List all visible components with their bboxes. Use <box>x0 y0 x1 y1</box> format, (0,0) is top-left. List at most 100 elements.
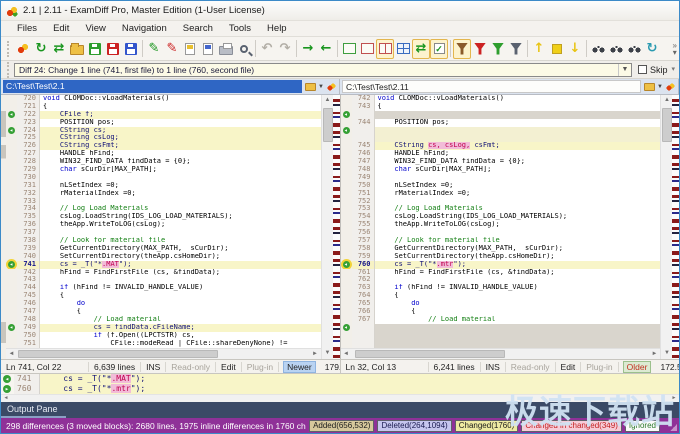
show-options-icon[interactable]: ✓ <box>430 39 448 59</box>
current-diff-marker-icon[interactable] <box>8 261 15 268</box>
diff-marker-icon[interactable] <box>343 127 350 134</box>
first-file-path[interactable]: C:\Test\Test\2.1 <box>3 80 302 93</box>
skip-checkbox[interactable] <box>638 65 647 74</box>
readonly-toggle[interactable]: Read-only <box>506 362 556 372</box>
diffbar-overflow-icon[interactable]: ▾ <box>671 67 675 73</box>
undo-icon[interactable]: ↶ <box>258 39 276 59</box>
show-first-pane-icon[interactable] <box>340 39 358 59</box>
scroll-down-icon[interactable] <box>661 348 673 359</box>
compare-icon[interactable] <box>14 39 32 59</box>
show-second-pane-icon[interactable] <box>358 39 376 59</box>
menu-search[interactable]: Search <box>175 22 221 35</box>
copy-second-icon[interactable] <box>199 39 217 59</box>
scroll-right-icon[interactable] <box>310 349 321 359</box>
diff-marker-icon[interactable] <box>8 324 15 331</box>
find-next-icon[interactable] <box>607 39 625 59</box>
open-files-icon[interactable] <box>68 39 86 59</box>
edit-second-file-icon[interactable]: ✎ <box>163 39 181 59</box>
scroll-left-icon[interactable] <box>341 349 352 359</box>
auto-recompare-icon[interactable]: ↻ <box>643 39 661 59</box>
diff-marker-icon[interactable] <box>8 127 15 134</box>
first-pane-hscrollbar[interactable] <box>6 348 321 359</box>
first-pane-vscrollbar[interactable] <box>321 95 333 359</box>
current-diff-marker-icon[interactable] <box>343 261 350 268</box>
second-file-dropdown-icon[interactable]: ▼ <box>657 84 663 90</box>
save-all-icon[interactable] <box>122 39 140 59</box>
second-compare-icon[interactable] <box>665 82 676 92</box>
print-icon[interactable] <box>217 39 235 59</box>
save-first-file-icon[interactable] <box>86 39 104 59</box>
next-diff-icon[interactable]: ↓ <box>566 39 584 59</box>
merge-right-icon[interactable]: ▸ <box>3 385 11 393</box>
scroll-left-icon[interactable] <box>6 349 17 359</box>
vscroll-thumb[interactable] <box>662 108 672 142</box>
redo-icon[interactable]: ↷ <box>276 39 294 59</box>
save-second-file-icon[interactable] <box>104 39 122 59</box>
prev-diff-icon[interactable]: ↑ <box>530 39 548 59</box>
diff-marker-icon[interactable] <box>8 111 15 118</box>
find-icon[interactable] <box>589 39 607 59</box>
second-pane-diff-map[interactable] <box>672 95 679 359</box>
ins-mode[interactable]: INS <box>141 362 166 372</box>
diff-combo-dropdown-icon[interactable]: ▼ <box>618 64 631 76</box>
menu-view[interactable]: View <box>77 22 113 35</box>
copy-to-left-icon[interactable]: ← <box>317 39 335 59</box>
scroll-down-icon[interactable] <box>322 348 334 359</box>
diff-marker-icon[interactable] <box>343 324 350 331</box>
scroll-up-icon[interactable] <box>322 95 334 106</box>
menu-navigation[interactable]: Navigation <box>114 22 175 35</box>
first-pane-diff-map[interactable] <box>333 95 340 359</box>
menu-help[interactable]: Help <box>259 22 295 35</box>
resize-grip[interactable] <box>670 424 677 431</box>
diff-combo[interactable]: Diff 24: Change 1 line (741, first file)… <box>14 63 632 77</box>
diff-marker-icon[interactable] <box>343 111 350 118</box>
toolbar-overflow-icon[interactable]: »▾ <box>673 42 677 56</box>
recompare-icon[interactable]: ↻ <box>32 39 50 59</box>
menu-edit[interactable]: Edit <box>45 22 77 35</box>
output-pane-tab[interactable]: Output Pane <box>1 402 66 418</box>
plugin-toggle[interactable]: Plug-in <box>581 362 618 372</box>
scroll-right-icon[interactable] <box>669 395 679 402</box>
scroll-left-icon[interactable] <box>1 395 11 402</box>
sync-scroll-icon[interactable]: ⇄ <box>412 39 430 59</box>
detail-marker[interactable]: ◂ <box>1 374 14 384</box>
first-compare-icon[interactable] <box>326 82 337 92</box>
grid-view-icon[interactable] <box>394 39 412 59</box>
detail-hscrollbar[interactable] <box>1 394 679 402</box>
vscroll-thumb[interactable] <box>323 108 333 142</box>
split-view-icon[interactable] <box>376 39 394 59</box>
first-file-code[interactable]: 720void CLOMDoc::vLoadMaterials()721{722… <box>6 95 321 348</box>
second-pane-vscrollbar[interactable] <box>660 95 672 359</box>
readonly-toggle[interactable]: Read-only <box>166 362 216 372</box>
open-first-file-icon[interactable] <box>305 83 316 91</box>
edit-first-file-icon[interactable]: ✎ <box>145 39 163 59</box>
merge-left-icon[interactable]: ◂ <box>3 375 11 383</box>
second-file-code[interactable]: 742void CLOMDoc::vLoadMaterials()743{744… <box>341 95 661 348</box>
menu-files[interactable]: Files <box>9 22 45 35</box>
filter-added-icon[interactable] <box>489 39 507 59</box>
skip-checkbox-group[interactable]: Skip <box>638 65 668 75</box>
detail-marker[interactable]: ▸ <box>1 384 14 394</box>
scroll-up-icon[interactable] <box>661 95 673 106</box>
first-file-dropdown-icon[interactable]: ▼ <box>318 84 324 90</box>
hscroll-thumb[interactable] <box>18 350 218 358</box>
print-preview-icon[interactable] <box>235 39 253 59</box>
plugin-toggle[interactable]: Plug-in <box>242 362 279 372</box>
copy-first-icon[interactable] <box>181 39 199 59</box>
swap-panes-icon[interactable]: ⇄ <box>50 39 68 59</box>
edit-toggle[interactable]: Edit <box>556 362 582 372</box>
hscroll-thumb[interactable] <box>355 350 505 358</box>
find-prev-icon[interactable] <box>625 39 643 59</box>
edit-toggle[interactable]: Edit <box>216 362 242 372</box>
filter-all-diffs-icon[interactable] <box>453 39 471 59</box>
copy-to-right-icon[interactable]: → <box>299 39 317 59</box>
open-second-file-icon[interactable] <box>644 83 655 91</box>
second-pane-hscrollbar[interactable] <box>341 348 661 359</box>
current-diff-icon[interactable] <box>548 39 566 59</box>
menu-tools[interactable]: Tools <box>221 22 259 35</box>
scroll-right-icon[interactable] <box>649 349 660 359</box>
ins-mode[interactable]: INS <box>481 362 506 372</box>
second-file-path[interactable]: C:\Test\Test\2.11 <box>342 80 641 93</box>
filter-search-icon[interactable] <box>507 39 525 59</box>
filter-deleted-icon[interactable] <box>471 39 489 59</box>
